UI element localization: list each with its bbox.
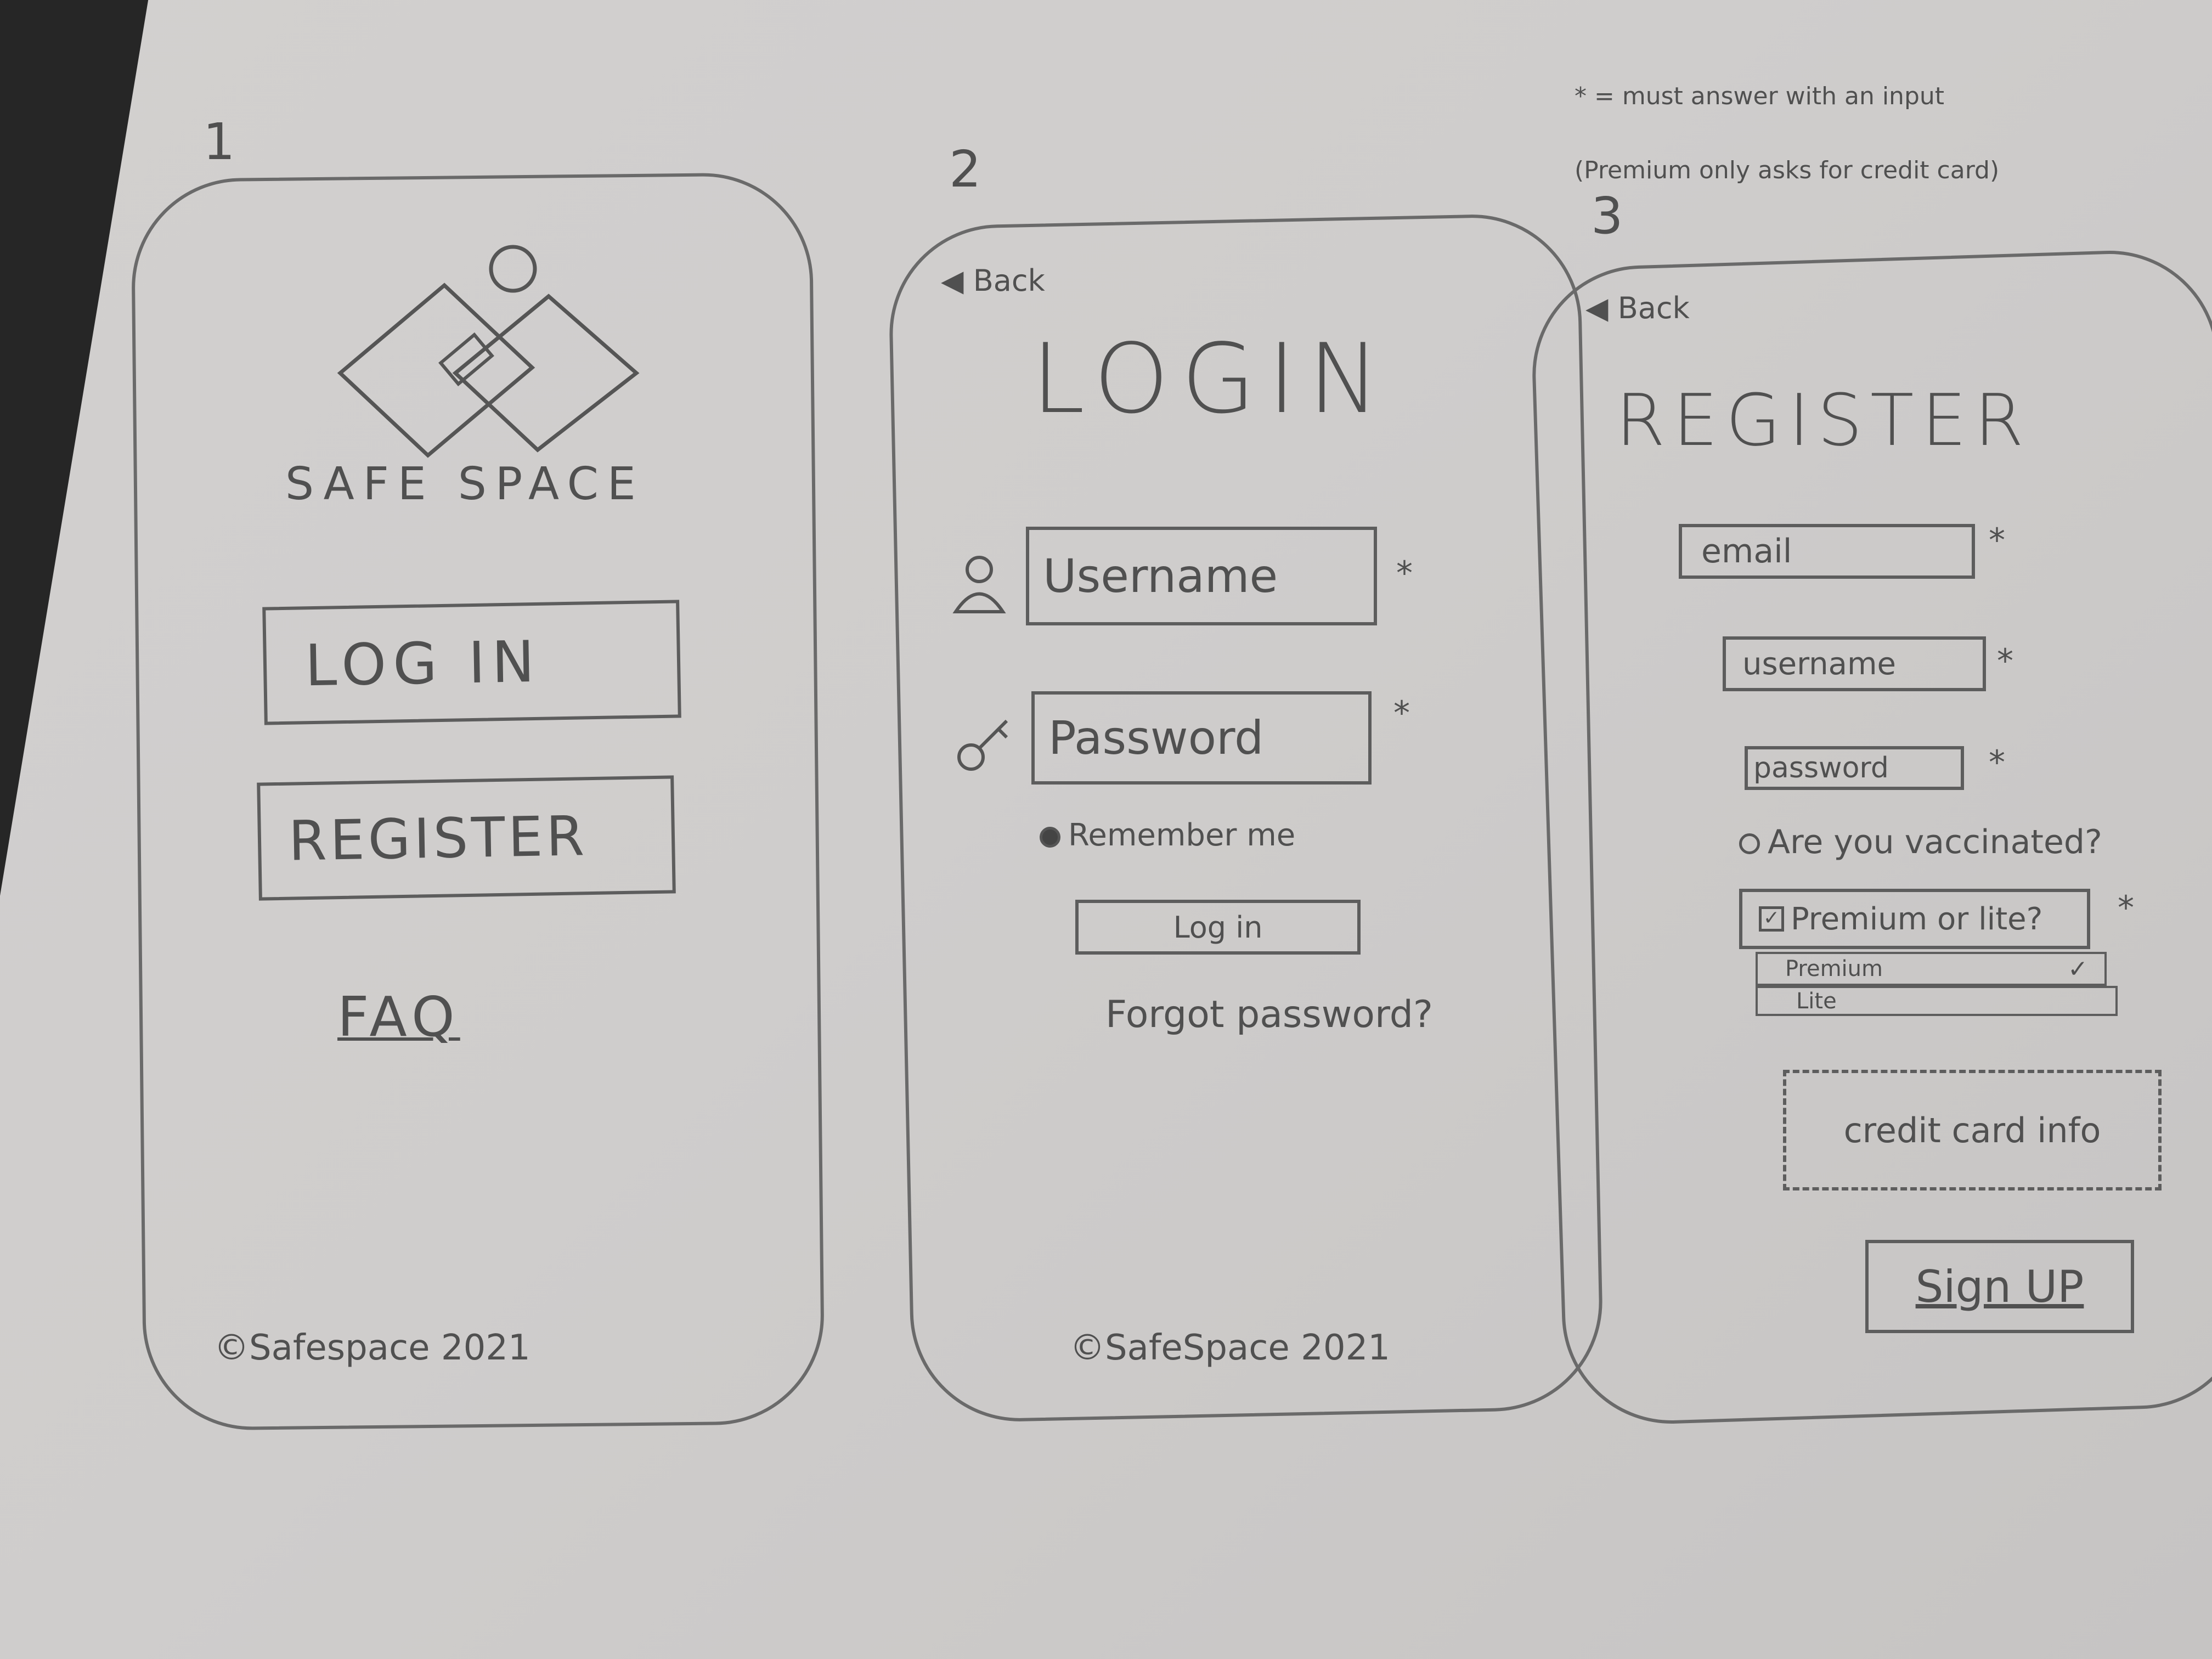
back-button[interactable]: ◀ Back: [1585, 291, 1690, 325]
plan-option-lite-label: Lite: [1796, 988, 1837, 1014]
vaccinated-option[interactable]: Are you vaccinated?: [1739, 823, 2102, 861]
required-mark: *: [2118, 889, 2134, 927]
user-icon: [952, 556, 1006, 613]
required-mark: *: [1396, 554, 1413, 592]
register-title: REGISTER: [1616, 379, 2032, 462]
back-label: Back: [1617, 291, 1690, 325]
safe-space-logo: [337, 245, 640, 458]
selected-check-icon: ✓: [2068, 955, 2088, 983]
required-mark: *: [1997, 642, 2013, 680]
password-field[interactable]: Password: [1031, 691, 1372, 785]
login-button-label: LOG IN: [304, 628, 542, 699]
password-field[interactable]: password: [1745, 746, 1964, 790]
plan-question-label: Premium or lite?: [1791, 901, 2043, 937]
forgot-password-link[interactable]: Forgot password?: [1105, 993, 1433, 1036]
plan-option-premium-label: Premium: [1785, 956, 1883, 981]
footer-copyright: ©Safespace 2021: [214, 1328, 531, 1368]
back-label: Back: [973, 263, 1045, 298]
username-field[interactable]: username: [1723, 636, 1986, 691]
remember-me-radio[interactable]: [1040, 826, 1060, 848]
brand-name: SAFE SPACE: [285, 458, 645, 510]
faq-link[interactable]: FAQ: [337, 985, 460, 1049]
vaccinated-label: Are you vaccinated?: [1768, 823, 2102, 861]
password-placeholder: Password: [1048, 711, 1264, 765]
login-submit-button[interactable]: Log in: [1075, 900, 1361, 955]
remember-me-label: Remember me: [1068, 817, 1296, 853]
password-placeholder: password: [1753, 752, 1889, 785]
required-mark: *: [1989, 743, 2005, 782]
username-placeholder: Username: [1043, 549, 1278, 603]
remember-me-option[interactable]: Remember me: [1040, 817, 1295, 853]
footer-copyright: ©SafeSpace 2021: [1070, 1328, 1390, 1368]
screen-number: 2: [949, 140, 981, 199]
credit-card-label: credit card info: [1843, 1110, 2101, 1150]
sign-up-button[interactable]: Sign UP: [1865, 1240, 2134, 1333]
required-mark: *: [1989, 521, 2005, 560]
register-button[interactable]: REGISTER: [257, 775, 676, 901]
plan-option-lite[interactable]: Lite: [1756, 986, 2118, 1016]
back-button[interactable]: ◀ Back: [941, 263, 1045, 298]
plan-dropdown[interactable]: ✓ Premium or lite?: [1739, 889, 2090, 949]
username-field[interactable]: Username: [1026, 527, 1377, 625]
logo-diamond-left: [337, 283, 535, 458]
login-button[interactable]: LOG IN: [262, 600, 681, 725]
plan-checkbox[interactable]: ✓: [1759, 906, 1784, 932]
register-button-label: REGISTER: [288, 804, 588, 873]
login-submit-label: Log in: [1173, 910, 1263, 945]
screen-number: 1: [203, 112, 235, 171]
screen-number: 3: [1591, 187, 1623, 245]
legend-note-line2: (Premium only asks for credit card): [1575, 156, 2000, 184]
plan-option-premium[interactable]: Premium ✓: [1756, 952, 2107, 986]
username-placeholder: username: [1742, 646, 1896, 682]
key-icon: [957, 719, 1008, 771]
logo-circle: [489, 245, 537, 293]
back-arrow-icon: ◀: [941, 263, 973, 298]
credit-card-info-section[interactable]: credit card info: [1783, 1070, 2162, 1190]
legend-note-line1: * = must answer with an input: [1575, 82, 1945, 110]
back-arrow-icon: ◀: [1585, 291, 1618, 325]
logo-link: [438, 332, 494, 387]
login-title: LOGIN: [1031, 324, 1392, 435]
required-mark: *: [1393, 694, 1410, 732]
email-placeholder: email: [1701, 532, 1792, 571]
sign-up-label: Sign UP: [1915, 1261, 2084, 1312]
email-field[interactable]: email: [1679, 524, 1975, 579]
vaccinated-radio[interactable]: [1739, 833, 1760, 855]
